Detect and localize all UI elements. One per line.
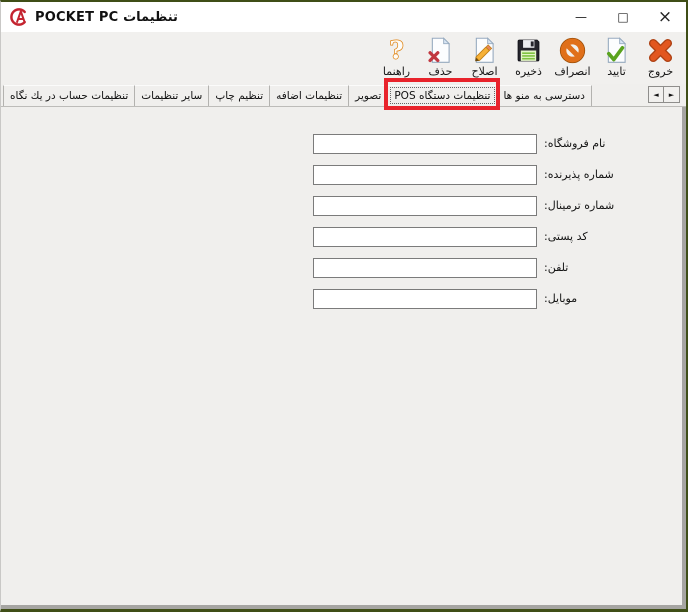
store-name-input[interactable] [313, 133, 537, 154]
help-button[interactable]: ? راهنما [375, 36, 418, 78]
app-window: POCKET PC تنظیمات — □ × ? راهنما حذف اصل… [0, 0, 688, 612]
title-bar: POCKET PC تنظیمات — □ × [1, 2, 686, 32]
toolbar-label: خروج [647, 65, 674, 78]
confirm-icon [606, 37, 627, 63]
minimize-button[interactable]: — [560, 2, 602, 32]
form-row: کد پستی: [313, 221, 686, 252]
toolbar-label: اصلاح [471, 65, 498, 78]
tab-strip: تنظیمات حساب در یك نگاه سایر تنظیمات تنظ… [1, 78, 686, 110]
form-row: شماره پذیرنده: [313, 159, 686, 190]
tab-menu-access[interactable]: دسترسی به منو ها [497, 85, 592, 106]
form-row: موبایل: [313, 283, 686, 314]
window-controls: — □ × [560, 2, 686, 32]
toolbar: ? راهنما حذف اصلاح ذخیره انصراف تایید خر… [1, 32, 686, 84]
form-row: شماره ترمینال: [313, 190, 686, 221]
tab-panel-pos-settings: نام فروشگاه: شماره پذیرنده: شماره ترمینا… [1, 107, 686, 609]
maximize-button[interactable]: □ [602, 2, 644, 32]
terminal-number-input[interactable] [313, 195, 537, 216]
toolbar-label: راهنما [382, 65, 411, 78]
svg-text:?: ? [389, 36, 403, 65]
mobile-input[interactable] [313, 288, 537, 309]
app-logo-icon [10, 8, 26, 26]
tab-extra-settings[interactable]: تنظیمات اضافه [270, 85, 350, 106]
tab-pos-device-settings[interactable]: تنظیمات دستگاه POS [384, 78, 501, 110]
save-button[interactable]: ذخیره [507, 36, 550, 78]
cancel-button[interactable]: انصراف [551, 36, 594, 78]
delete-button[interactable]: حذف [419, 36, 462, 78]
merchant-number-label: شماره پذیرنده: [544, 168, 614, 181]
help-icon: ? [389, 36, 405, 65]
toolbar-label: ذخیره [515, 65, 542, 78]
edit-icon [475, 37, 495, 63]
tab-scroll-buttons: ◄ ► [648, 86, 680, 103]
phone-input[interactable] [313, 257, 537, 278]
terminal-number-label: شماره ترمینال: [544, 199, 615, 212]
close-button[interactable]: × [644, 2, 686, 32]
tab-image[interactable]: تصویر [349, 85, 389, 106]
postal-code-input[interactable] [313, 226, 537, 247]
toolbar-label: حذف [428, 65, 453, 78]
cancel-icon [559, 37, 586, 64]
save-icon [517, 39, 540, 62]
delete-icon [428, 37, 451, 63]
form-row: تلفن: [313, 252, 686, 283]
tab-other-settings[interactable]: سایر تنظیمات [135, 85, 210, 106]
store-name-label: نام فروشگاه: [544, 137, 606, 150]
mobile-label: موبایل: [544, 292, 578, 305]
phone-label: تلفن: [544, 261, 569, 274]
toolbar-label: تایید [607, 65, 626, 78]
tab-print-settings[interactable]: تنظیم چاپ [209, 85, 271, 106]
window-right-edge [682, 107, 686, 609]
form-row: نام فروشگاه: [313, 128, 686, 159]
tab-label: تنظیمات دستگاه POS [394, 90, 491, 102]
toolbar-label: انصراف [554, 65, 591, 78]
exit-button[interactable]: خروج [639, 36, 682, 78]
edit-button[interactable]: اصلاح [463, 36, 506, 78]
merchant-number-input[interactable] [313, 164, 537, 185]
tab-account-overview[interactable]: تنظیمات حساب در یك نگاه [3, 85, 136, 106]
window-title: POCKET PC تنظیمات [35, 9, 178, 25]
pos-settings-form: نام فروشگاه: شماره پذیرنده: شماره ترمینا… [1, 107, 686, 314]
confirm-button[interactable]: تایید [595, 36, 638, 78]
postal-code-label: کد پستی: [544, 230, 588, 243]
window-bottom-edge [1, 605, 686, 609]
tab-scroll-left-icon[interactable]: ◄ [648, 86, 664, 103]
exit-icon [648, 38, 673, 63]
tab-scroll-right-icon[interactable]: ► [664, 86, 680, 103]
